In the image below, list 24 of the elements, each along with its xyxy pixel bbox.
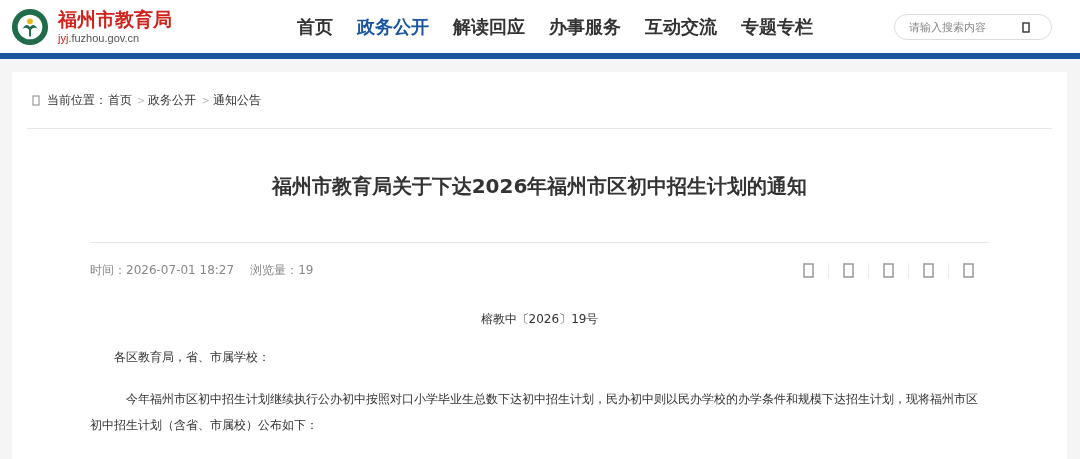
salutation: 各区教育局，省、市属学校： — [113, 349, 271, 366]
nav-tab[interactable]: 专题专栏 — [741, 14, 813, 39]
square-icon — [32, 94, 40, 106]
breadcrumb-separator: > — [137, 94, 146, 106]
square-icon[interactable] — [1022, 21, 1030, 33]
paragraph: 今年福州市区初中招生计划继续执行公办初中按照对口小学毕业生总数下达初中招生计划，民办初中则以民办学校的办学条件和规模下达招生计划，现将福州市区初中招生计划（含省、市属校）公布如下： — [90, 391, 979, 434]
article-title: 福州市教育局关于下达2026年福州市区初中招生计划的通知 — [90, 129, 989, 243]
nav-tab[interactable]: 政务公开 — [357, 14, 429, 39]
logo-icon[interactable] — [11, 7, 49, 46]
nav-tab[interactable]: 互动交流 — [645, 14, 717, 39]
site-domain: jyj.fuzhou.gov.cn — [58, 32, 141, 44]
nav-tab[interactable]: 办事服务 — [549, 14, 621, 39]
view-count: 浏览量：19 — [250, 261, 314, 279]
breadcrumb-link[interactable]: 通知公告 — [212, 91, 261, 109]
breadcrumb-label: 当前位置： — [47, 91, 107, 109]
publish-time: 时间：2026-07-01 18:27 — [90, 261, 235, 279]
document-number: 榕教中〔2026〕19号 — [479, 311, 600, 328]
breadcrumb-separator: > — [201, 94, 210, 106]
breadcrumb-link[interactable]: 首页 — [108, 91, 132, 109]
search-field[interactable]: 请输入搜索内容 — [894, 13, 1052, 40]
nav-tab[interactable]: 解读回应 — [453, 14, 525, 39]
site-name[interactable]: 福州市教育局 — [58, 9, 172, 29]
breadcrumb-link[interactable]: 政务公开 — [148, 91, 197, 109]
nav-tab[interactable]: 首页 — [297, 14, 333, 39]
